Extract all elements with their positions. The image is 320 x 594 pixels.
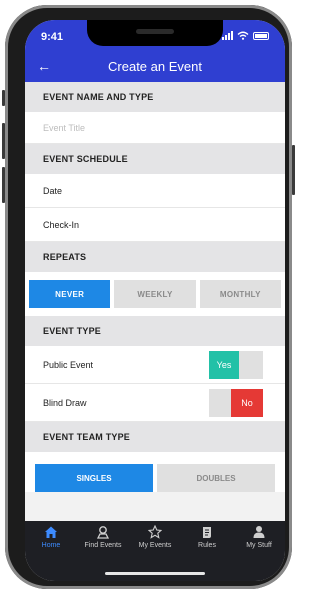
home-indicator: [105, 572, 205, 575]
power-button: [292, 145, 295, 195]
blind-draw-row: Blind Draw No: [25, 384, 285, 422]
volume-down-button: [2, 167, 5, 203]
tab-my-stuff-label: My Stuff: [246, 542, 272, 549]
repeats-never-button[interactable]: NEVER: [29, 280, 111, 308]
tab-rules[interactable]: Rules: [181, 525, 233, 565]
status-icons: [222, 31, 269, 40]
toggle-yes: Yes: [209, 351, 239, 379]
repeats-selector: NEVER WEEKLY MONTHLY: [25, 272, 285, 316]
section-event-name-type: EVENT NAME AND TYPE: [25, 82, 285, 112]
map-pin-icon: [96, 526, 110, 539]
signal-icon: [222, 31, 233, 40]
speaker-grille: [136, 29, 174, 34]
event-form: EVENT NAME AND TYPE Event Title EVENT SC…: [25, 82, 285, 521]
home-icon: [45, 526, 57, 538]
date-label: Date: [43, 185, 63, 196]
phone-frame: 9:41 ← Create an Event EVENT NAME AND TY…: [2, 5, 295, 589]
checkin-field[interactable]: Check-In: [25, 208, 285, 242]
team-singles-button[interactable]: SINGLES: [35, 464, 153, 492]
team-type-selector: SINGLES DOUBLES: [25, 452, 285, 492]
repeats-weekly-button[interactable]: WEEKLY: [114, 280, 196, 308]
volume-up-button: [2, 123, 5, 159]
public-event-row: Public Event Yes: [25, 346, 285, 384]
app-bar: ← Create an Event: [25, 52, 285, 82]
tab-find-events-label: Find Events: [84, 542, 122, 549]
public-event-label: Public Event: [43, 359, 94, 370]
screen: 9:41 ← Create an Event EVENT NAME AND TY…: [25, 20, 285, 581]
section-event-team-type: EVENT TEAM TYPE: [25, 422, 285, 452]
blind-draw-toggle[interactable]: No: [209, 389, 263, 417]
tab-my-events[interactable]: My Events: [129, 525, 181, 565]
mute-switch: [2, 90, 5, 106]
section-event-type: EVENT TYPE: [25, 316, 285, 346]
public-event-toggle[interactable]: Yes: [209, 351, 263, 379]
section-event-schedule: EVENT SCHEDULE: [25, 144, 285, 174]
repeats-monthly-button[interactable]: MONTHLY: [199, 280, 281, 308]
section-repeats: REPEATS: [25, 242, 285, 272]
toggle-no: No: [231, 389, 263, 417]
tab-bar: Home Find Events My Events Rules My Stuf…: [25, 521, 285, 581]
scroll-icon: [203, 527, 211, 538]
team-doubles-button[interactable]: DOUBLES: [157, 464, 275, 492]
blind-draw-label: Blind Draw: [43, 397, 87, 408]
notch: [87, 20, 223, 46]
tab-find-events[interactable]: Find Events: [77, 525, 129, 565]
tab-home-label: Home: [41, 542, 61, 549]
tab-my-stuff[interactable]: My Stuff: [233, 525, 285, 565]
tab-rules-label: Rules: [198, 542, 216, 549]
status-time: 9:41: [41, 31, 64, 43]
date-field[interactable]: Date: [25, 174, 285, 208]
star-icon: [148, 525, 162, 539]
tab-home[interactable]: Home: [25, 525, 77, 565]
person-icon: [253, 526, 265, 538]
battery-icon: [253, 31, 269, 40]
event-title-input[interactable]: Event Title: [25, 112, 285, 144]
checkin-label: Check-In: [43, 219, 80, 230]
tab-my-events-label: My Events: [138, 542, 172, 549]
page-title: Create an Event: [108, 59, 202, 74]
wifi-icon: [237, 31, 249, 40]
event-title-placeholder: Event Title: [43, 122, 86, 133]
